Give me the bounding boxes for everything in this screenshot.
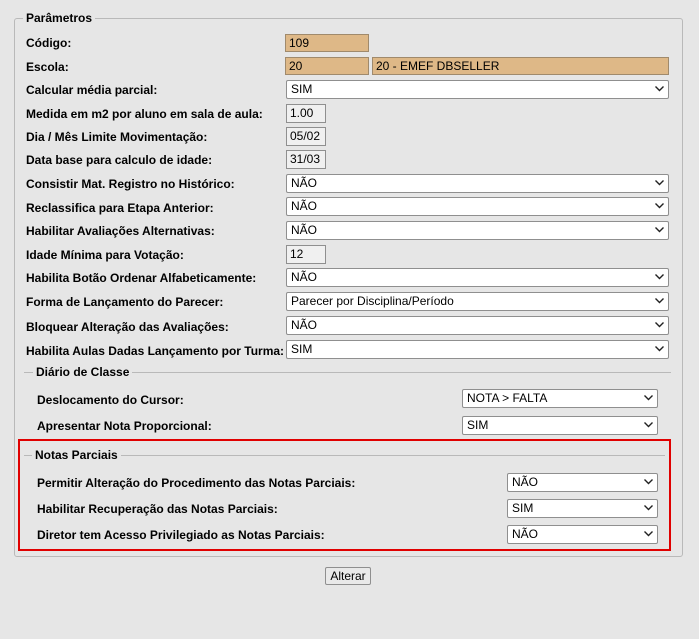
dia-mes-limite-input[interactable]: 05/02 bbox=[286, 127, 326, 146]
chevron-down-icon bbox=[655, 298, 664, 304]
diretor-acesso-select[interactable]: NÃO bbox=[507, 525, 658, 544]
chevron-down-icon bbox=[655, 203, 664, 209]
deslocamento-value: NOTA > FALTA bbox=[467, 391, 548, 405]
chevron-down-icon bbox=[655, 274, 664, 280]
bloquear-alteracao-select[interactable]: NÃO bbox=[286, 316, 669, 335]
calcular-media-select[interactable]: SIM bbox=[286, 80, 669, 99]
idade-minima-input[interactable]: 12 bbox=[286, 245, 326, 264]
chevron-down-icon bbox=[655, 180, 664, 186]
escola-code-field: 20 bbox=[285, 57, 369, 75]
codigo-field: 109 bbox=[285, 34, 369, 52]
idade-minima-label: Idade Mínima para Votação: bbox=[26, 248, 184, 262]
habilita-aulas-value: SIM bbox=[291, 342, 313, 356]
calcular-media-value: SIM bbox=[291, 82, 313, 96]
habilita-ordenar-select[interactable]: NÃO bbox=[286, 268, 669, 287]
permitir-alteracao-value: NÃO bbox=[512, 475, 539, 489]
bloquear-alteracao-label: Bloquear Alteração das Avaliações: bbox=[26, 320, 229, 334]
chevron-down-icon bbox=[655, 322, 664, 328]
habilitar-recuperacao-select[interactable]: SIM bbox=[507, 499, 658, 518]
chevron-down-icon bbox=[644, 422, 653, 428]
forma-parecer-select[interactable]: Parecer por Disciplina/Período bbox=[286, 292, 669, 311]
alterar-button[interactable]: Alterar bbox=[325, 567, 371, 585]
nota-proporcional-value: SIM bbox=[467, 418, 489, 432]
habilita-aulas-select[interactable]: SIM bbox=[286, 340, 669, 359]
chevron-down-icon bbox=[644, 531, 653, 537]
calcular-media-label: Calcular média parcial: bbox=[26, 83, 158, 97]
habilitar-avaliacoes-label: Habilitar Avaliações Alternativas: bbox=[26, 224, 215, 238]
dia-mes-limite-label: Dia / Mês Limite Movimentação: bbox=[26, 130, 208, 144]
chevron-down-icon bbox=[655, 346, 664, 352]
permitir-alteracao-label: Permitir Alteração do Procedimento das N… bbox=[37, 476, 356, 490]
reclassifica-value: NÃO bbox=[291, 199, 318, 213]
escola-name-field: 20 - EMEF DBSELLER bbox=[372, 57, 669, 75]
forma-parecer-value: Parecer por Disciplina/Período bbox=[291, 294, 454, 308]
data-base-input[interactable]: 31/03 bbox=[286, 150, 326, 169]
nota-proporcional-label: Apresentar Nota Proporcional: bbox=[37, 419, 212, 433]
notas-parciais-legend: Notas Parciais bbox=[32, 448, 121, 462]
reclassifica-select[interactable]: NÃO bbox=[286, 197, 669, 216]
consistir-mat-label: Consistir Mat. Registro no Histórico: bbox=[26, 177, 235, 191]
habilitar-avaliacoes-select[interactable]: NÃO bbox=[286, 221, 669, 240]
diretor-acesso-label: Diretor tem Acesso Privilegiado as Notas… bbox=[37, 528, 325, 542]
medida-m2-label: Medida em m2 por aluno em sala de aula: bbox=[26, 107, 263, 121]
chevron-down-icon bbox=[644, 505, 653, 511]
forma-parecer-label: Forma de Lançamento do Parecer: bbox=[26, 295, 224, 309]
parametros-legend: Parâmetros bbox=[23, 11, 96, 25]
chevron-down-icon bbox=[655, 227, 664, 233]
deslocamento-label: Deslocamento do Cursor: bbox=[37, 393, 184, 407]
bloquear-alteracao-value: NÃO bbox=[291, 318, 318, 332]
escola-label: Escola: bbox=[26, 60, 69, 74]
data-base-label: Data base para calculo de idade: bbox=[26, 153, 213, 167]
nota-proporcional-select[interactable]: SIM bbox=[462, 416, 658, 435]
diretor-acesso-value: NÃO bbox=[512, 527, 539, 541]
habilitar-recuperacao-value: SIM bbox=[512, 501, 534, 515]
habilita-ordenar-label: Habilita Botão Ordenar Alfabeticamente: bbox=[26, 271, 257, 285]
diario-legend: Diário de Classe bbox=[33, 365, 133, 379]
chevron-down-icon bbox=[655, 86, 664, 92]
codigo-label: Código: bbox=[26, 36, 72, 50]
consistir-mat-value: NÃO bbox=[291, 176, 318, 190]
chevron-down-icon bbox=[644, 479, 653, 485]
habilitar-avaliacoes-value: NÃO bbox=[291, 223, 318, 237]
reclassifica-label: Reclassifica para Etapa Anterior: bbox=[26, 201, 214, 215]
deslocamento-select[interactable]: NOTA > FALTA bbox=[462, 389, 658, 408]
habilita-ordenar-value: NÃO bbox=[291, 270, 318, 284]
chevron-down-icon bbox=[644, 395, 653, 401]
habilitar-recuperacao-label: Habilitar Recuperação das Notas Parciais… bbox=[37, 502, 278, 516]
consistir-mat-select[interactable]: NÃO bbox=[286, 174, 669, 193]
medida-m2-input[interactable]: 1.00 bbox=[286, 104, 326, 123]
permitir-alteracao-select[interactable]: NÃO bbox=[507, 473, 658, 492]
habilita-aulas-label: Habilita Aulas Dadas Lançamento por Turm… bbox=[26, 344, 285, 358]
